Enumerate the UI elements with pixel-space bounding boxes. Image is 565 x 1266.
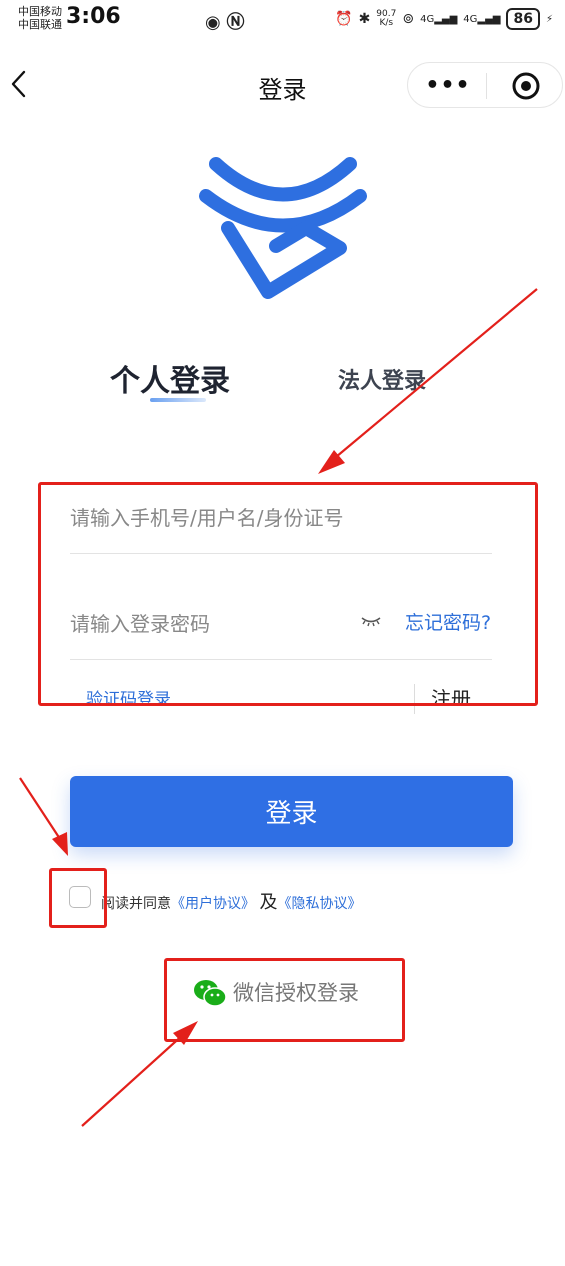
carrier-2: 中国联通 — [18, 18, 62, 31]
agreement-and: 及 — [259, 892, 278, 913]
agreement-text: 阅读并同意《用户协议》 及《隐私协议》 — [101, 888, 361, 914]
agreement-prefix: 阅读并同意 — [101, 896, 171, 912]
status-icons-left: ◉ Ⓝ — [205, 8, 244, 34]
signal-2: 4G▂▄▆ — [463, 13, 501, 25]
signal-1: 4G▂▄▆ — [420, 13, 458, 25]
annotation-box-wechat — [164, 958, 405, 1042]
miniprogram-capsule: ••• — [407, 62, 563, 108]
network-speed: 90.7 K/s — [376, 9, 397, 28]
annotation-box-checkbox — [49, 868, 107, 928]
close-miniprogram-icon[interactable] — [511, 71, 541, 101]
charging-icon: ⚡ — [545, 13, 553, 25]
annotation-arrow-checkbox — [19, 777, 68, 856]
user-agreement-link[interactable]: 《用户协议》 — [171, 896, 255, 912]
hotspot-icon: ⊚ — [402, 11, 415, 27]
tab-legal-login[interactable]: 法人登录 — [338, 363, 426, 395]
alarm-icon: ⏰ — [335, 11, 353, 27]
more-button[interactable]: ••• — [418, 69, 478, 103]
bluetooth-icon: ✱ — [358, 11, 371, 27]
clock: 3:06 — [66, 4, 121, 29]
active-tab-indicator — [150, 398, 206, 402]
battery-indicator: 86 — [506, 8, 540, 30]
carrier-1: 中国移动 — [18, 5, 62, 18]
status-icons-right: ⏰ ✱ 90.7 K/s ⊚ 4G▂▄▆ 4G▂▄▆ 86 ⚡ — [335, 8, 553, 30]
privacy-agreement-link[interactable]: 《隐私协议》 — [277, 896, 361, 912]
app-logo — [199, 157, 367, 299]
annotation-box-form — [38, 482, 538, 706]
eye-status-icon: ◉ — [205, 12, 221, 33]
status-bar: 中国移动 中国联通 3:06 ◉ Ⓝ ⏰ ✱ 90.7 K/s ⊚ 4G▂▄▆ … — [0, 0, 565, 44]
tab-personal-login[interactable]: 个人登录 — [110, 356, 230, 400]
login-button[interactable]: 登录 — [70, 776, 513, 847]
capsule-divider — [486, 73, 487, 99]
nfc-icon: Ⓝ — [226, 12, 245, 33]
carrier-info: 中国移动 中国联通 — [18, 5, 62, 31]
navigation-bar: 登录 ••• — [0, 50, 565, 120]
